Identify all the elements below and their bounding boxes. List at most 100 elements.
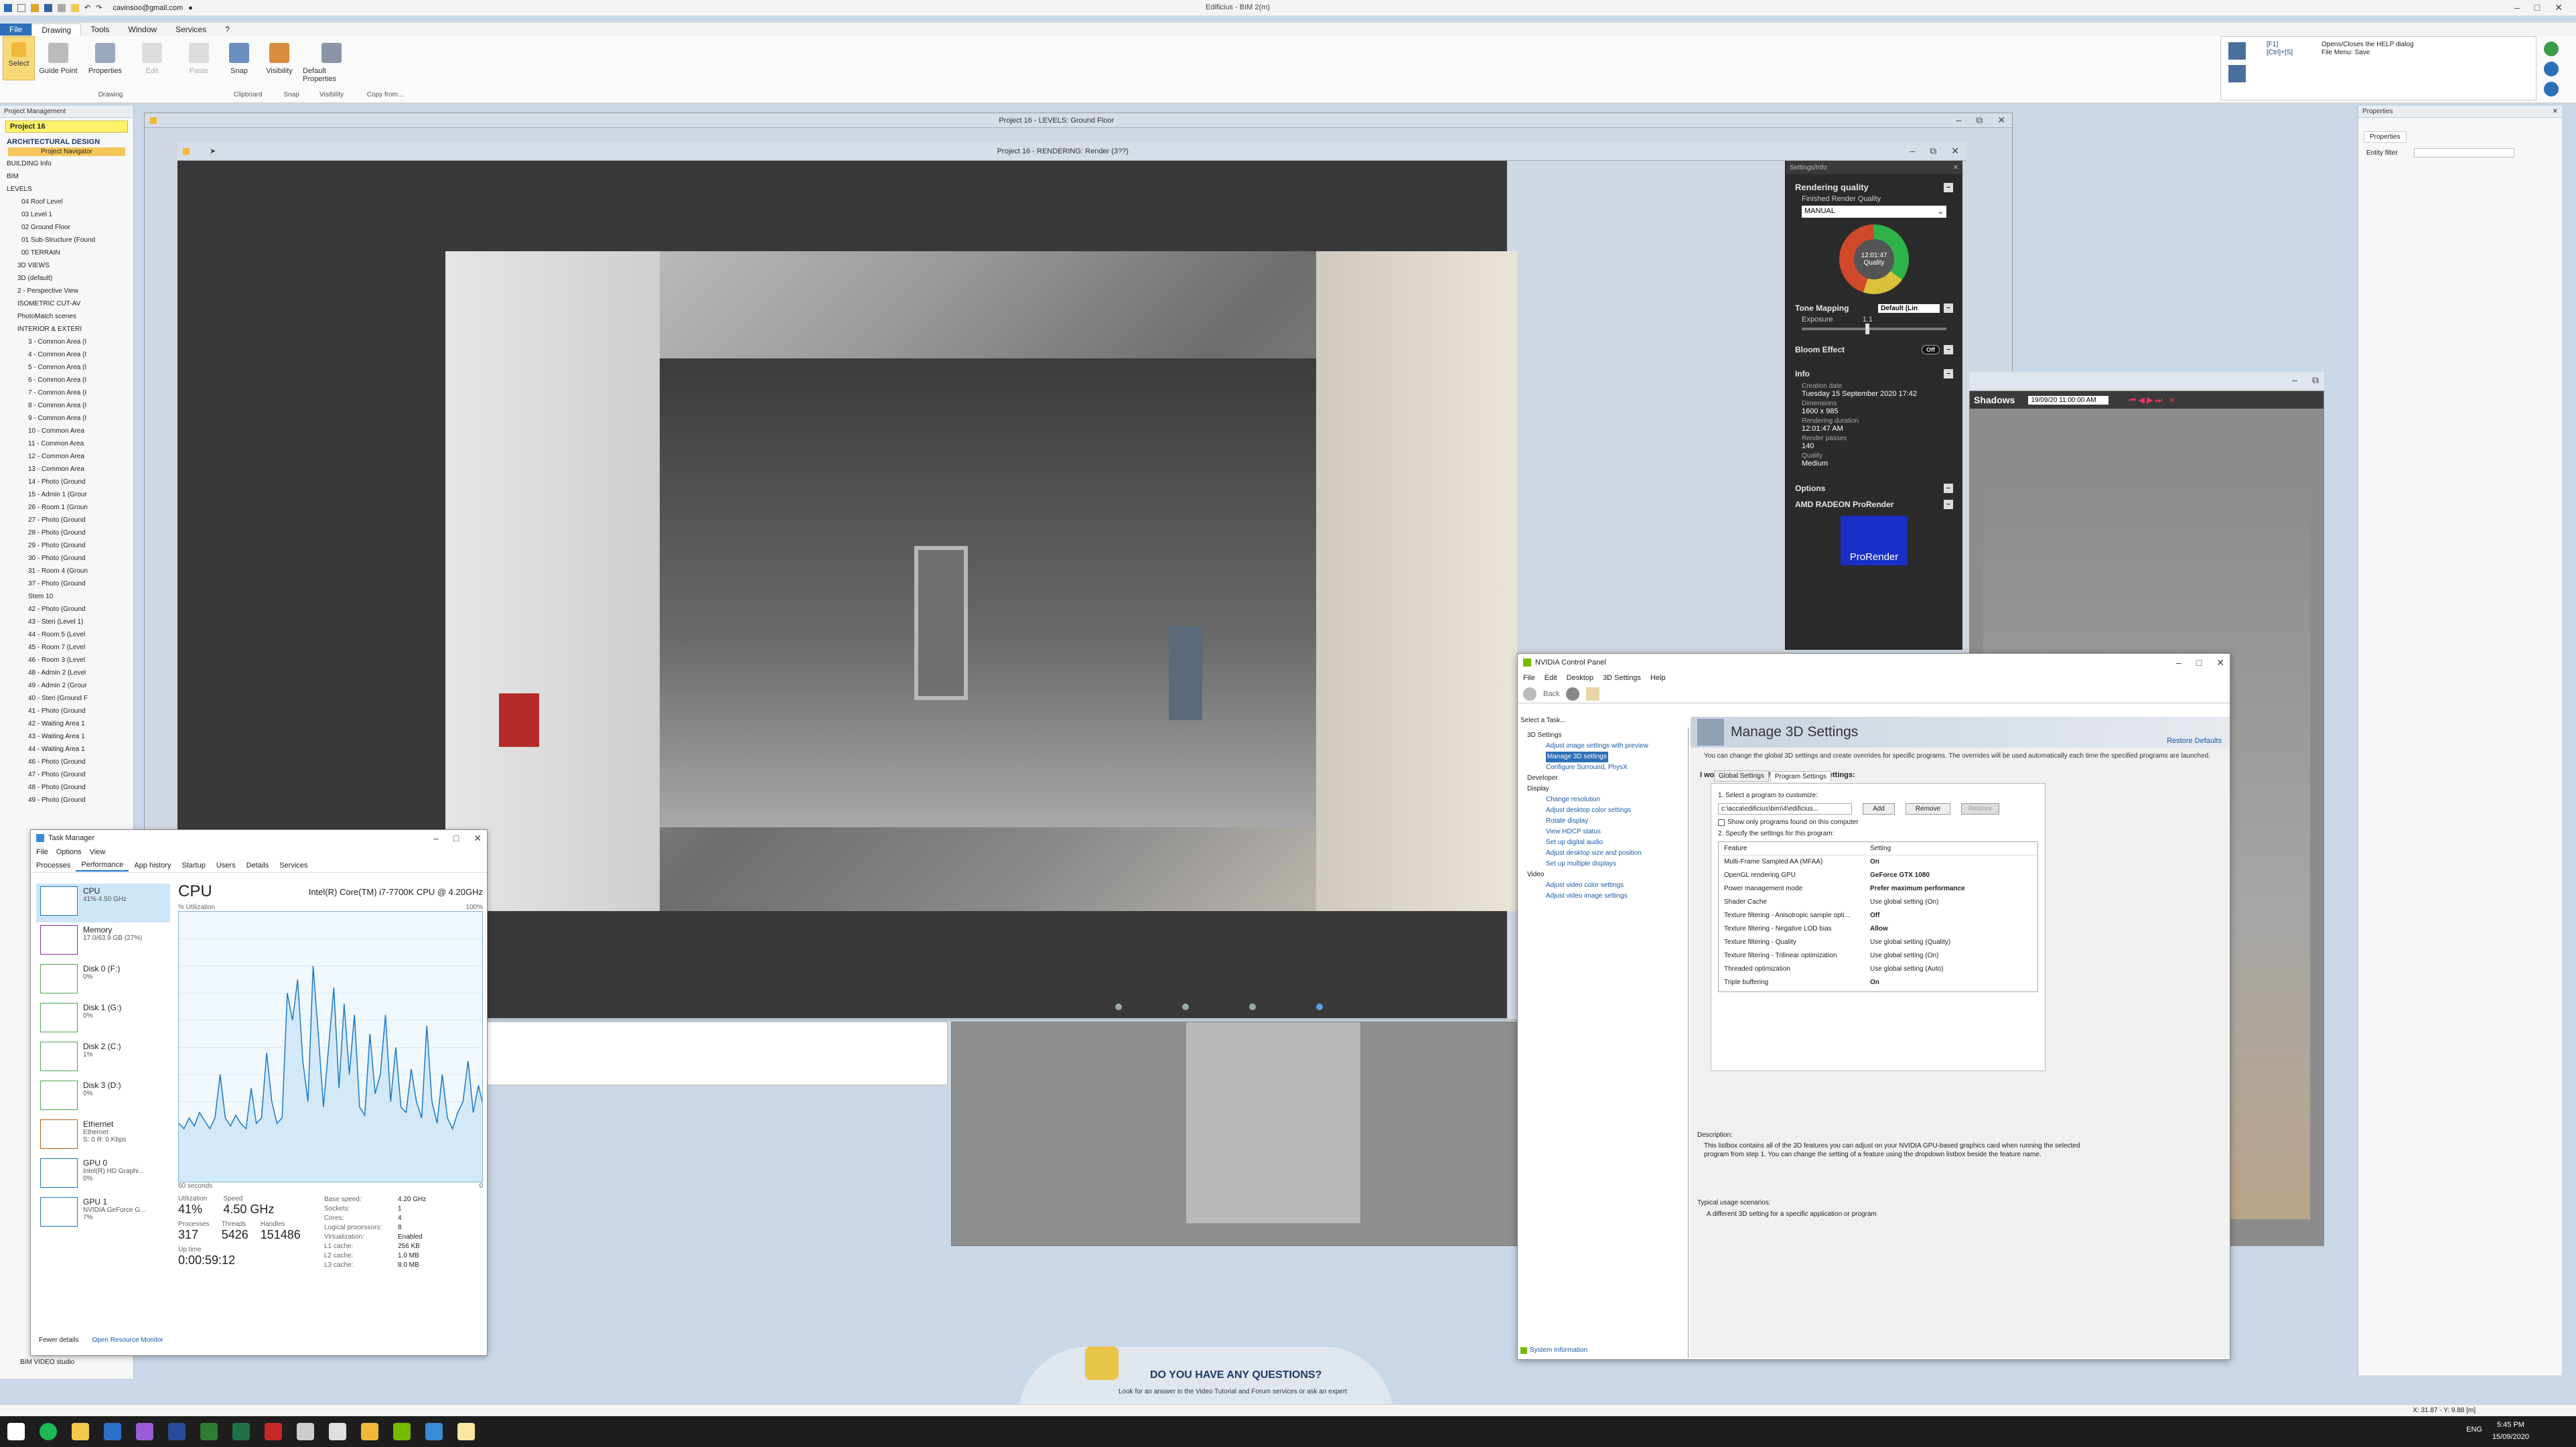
tree-link[interactable]: Adjust desktop color settings: [1546, 805, 1688, 816]
tab-performance[interactable]: Performance: [76, 859, 129, 872]
default-properties-button[interactable]: Default Properties: [303, 36, 360, 83]
resource-item[interactable]: Memory 17.0/63.9 GB (27%): [36, 922, 170, 961]
restore-defaults-link[interactable]: Restore Defaults: [2167, 737, 2222, 745]
tree-item[interactable]: 42 - Photo (Ground: [7, 603, 133, 616]
tree-item[interactable]: 43 - Steri (Level 1): [7, 616, 133, 628]
snap-button[interactable]: Snap: [222, 36, 256, 75]
shadows-datetime-input[interactable]: 19/09/20 11:00:00 AM: [2028, 395, 2109, 405]
premiere-icon[interactable]: [136, 1423, 153, 1440]
maximize-icon[interactable]: □: [2534, 2, 2540, 13]
app-icon[interactable]: [265, 1423, 282, 1440]
tree-item[interactable]: 44 - Waiting Area 1: [7, 743, 133, 756]
table-row[interactable]: Power management mode Prefer maximum perf…: [1719, 882, 2037, 896]
tree-item[interactable]: 48 - Admin 2 (Level: [7, 667, 133, 679]
tree-category[interactable]: Developer: [1527, 773, 1688, 784]
tree-link[interactable]: Adjust video image settings: [1546, 891, 1688, 902]
tree-item[interactable]: 02 Ground Floor: [7, 221, 133, 234]
resource-item[interactable]: Disk 1 (G:) 0%: [36, 1000, 170, 1039]
edit-button[interactable]: Edit: [129, 36, 175, 75]
add-button[interactable]: Add: [1863, 803, 1895, 815]
online-status-icon[interactable]: [2544, 42, 2559, 56]
resource-item[interactable]: GPU 1 NVIDIA GeForce G... 7%: [36, 1194, 170, 1233]
tree-item[interactable]: LEVELS: [7, 183, 133, 196]
tree-item[interactable]: BIM: [7, 170, 133, 183]
tree-link[interactable]: View HDCP status: [1546, 827, 1688, 837]
play-controls[interactable]: ⏮ ◀ ▶ ⏭: [2129, 395, 2162, 405]
tone-mapping-select[interactable]: Default (Lin: [1878, 303, 1940, 313]
close-icon[interactable]: ✕: [1951, 145, 1959, 157]
menu-help[interactable]: Help: [1650, 674, 1666, 682]
app-icon[interactable]: [104, 1423, 121, 1440]
tree-item[interactable]: 03 Level 1: [7, 208, 133, 221]
tree-item[interactable]: Stem 10: [7, 590, 133, 603]
tab-file[interactable]: File: [0, 23, 32, 36]
collapse-icon[interactable]: –: [1944, 484, 1953, 493]
table-row[interactable]: Threaded optimization Use global setting …: [1719, 963, 2037, 976]
tree-item[interactable]: 8 - Common Area (I: [7, 399, 133, 412]
tree-item[interactable]: 4 - Common Area (I: [7, 348, 133, 361]
menu-3d-settings[interactable]: 3D Settings: [1603, 674, 1641, 682]
open-folder-icon[interactable]: [31, 3, 39, 12]
table-row[interactable]: Texture filtering - Quality Use global se…: [1719, 936, 2037, 949]
language-indicator[interactable]: ENG: [2466, 1426, 2482, 1434]
save-icon[interactable]: [44, 3, 52, 12]
tree-item[interactable]: 47 - Photo (Ground: [7, 768, 133, 781]
forward-icon[interactable]: [1566, 687, 1580, 701]
properties-button[interactable]: Properties: [82, 36, 129, 75]
tree-item[interactable]: 40 - Steri (Ground F: [7, 692, 133, 705]
app-icon[interactable]: [168, 1423, 186, 1440]
spotify-icon[interactable]: [40, 1423, 57, 1440]
close-icon[interactable]: ✕: [1953, 164, 1958, 171]
page-dot[interactable]: [1115, 1004, 1122, 1010]
restore-icon[interactable]: ⧉: [1930, 145, 1936, 157]
tree-item[interactable]: 49 - Admin 2 (Grour: [7, 679, 133, 692]
tab-drawing[interactable]: Drawing: [31, 23, 82, 36]
tree-item[interactable]: 42 - Waiting Area 1: [7, 717, 133, 730]
collapse-icon[interactable]: –: [1944, 303, 1953, 313]
excel-icon[interactable]: [232, 1423, 250, 1440]
maximize-icon[interactable]: □: [2196, 657, 2202, 669]
minimize-icon[interactable]: –: [2514, 2, 2520, 13]
tree-item[interactable]: 44 - Room 5 (Level: [7, 628, 133, 641]
undo-icon[interactable]: ↶: [84, 3, 90, 12]
resource-item[interactable]: Disk 3 (D:) 0%: [36, 1078, 170, 1117]
collapse-icon[interactable]: –: [1944, 345, 1953, 354]
tab-help[interactable]: ?: [216, 23, 239, 36]
tree-item[interactable]: INTERIOR & EXTERI: [7, 323, 133, 336]
tree-item[interactable]: 46 - Photo (Ground: [7, 756, 133, 768]
minimize-icon[interactable]: –: [2292, 374, 2297, 386]
tab-processes[interactable]: Processes: [31, 860, 76, 871]
tree-item[interactable]: 3D (default): [7, 272, 133, 285]
tree-item[interactable]: 26 - Room 1 (Groun: [7, 501, 133, 514]
tree-item[interactable]: 30 - Photo (Ground: [7, 552, 133, 565]
menu-options[interactable]: Options: [56, 848, 82, 856]
table-row[interactable]: Texture filtering - Negative LOD bias All…: [1719, 922, 2037, 936]
menu-edit[interactable]: Edit: [1545, 674, 1557, 682]
resource-item[interactable]: Disk 2 (C:) 1%: [36, 1039, 170, 1078]
tree-item[interactable]: 11 - Common Area: [7, 437, 133, 450]
task-manager-taskbar-icon[interactable]: [425, 1423, 443, 1440]
tree-item[interactable]: 45 - Room 7 (Level: [7, 641, 133, 654]
nvidia-taskbar-icon[interactable]: [393, 1423, 411, 1440]
menu-file[interactable]: File: [1523, 674, 1535, 682]
tree-category[interactable]: Display: [1527, 784, 1688, 795]
tree-item[interactable]: 49 - Photo (Ground: [7, 794, 133, 807]
tree-item[interactable]: PhotoMatch scenes: [7, 310, 133, 323]
collapse-icon[interactable]: –: [1944, 500, 1953, 509]
table-row[interactable]: Shader Cache Use global setting (On): [1719, 896, 2037, 909]
tree-item[interactable]: ISOMETRIC CUT-AV: [7, 297, 133, 310]
close-icon[interactable]: ✕: [2216, 657, 2224, 669]
page-dot[interactable]: [1182, 1004, 1189, 1010]
tree-item[interactable]: 12 - Common Area: [7, 450, 133, 463]
tree-item[interactable]: 37 - Photo (Ground: [7, 577, 133, 590]
tree-item[interactable]: 9 - Common Area (I: [7, 412, 133, 425]
page-dot[interactable]: [1316, 1004, 1323, 1010]
app-icon[interactable]: [297, 1423, 314, 1440]
tree-item[interactable]: 14 - Photo (Ground: [7, 476, 133, 488]
redo-icon[interactable]: ↷: [96, 3, 102, 12]
close-icon[interactable]: ✕: [2553, 108, 2558, 115]
sticky-notes-icon[interactable]: [457, 1423, 475, 1440]
minimize-icon[interactable]: –: [433, 833, 439, 844]
remove-button[interactable]: Remove: [1905, 803, 1951, 815]
home-icon[interactable]: [1586, 687, 1600, 701]
